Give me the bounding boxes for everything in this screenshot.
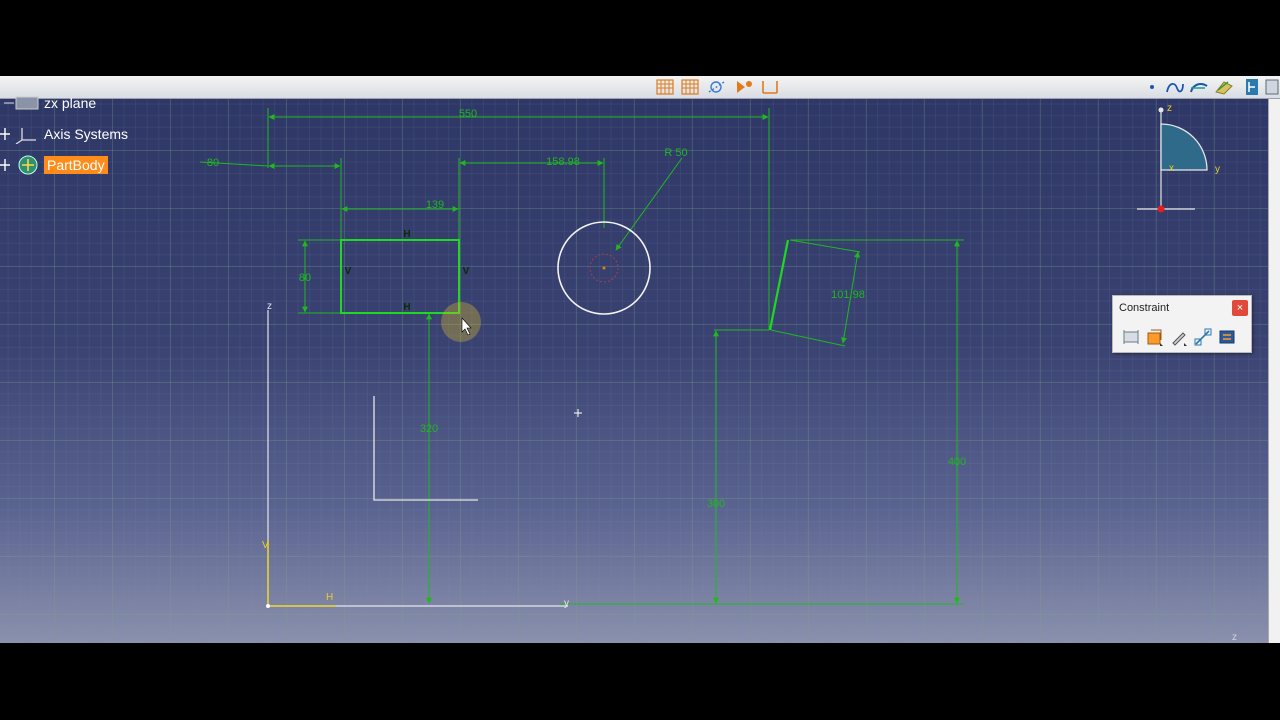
dim-label-158[interactable]: 158.98 — [546, 156, 580, 168]
tree-item-zx-plane[interactable]: zx plane — [0, 94, 96, 112]
dim-label-320[interactable]: 320 — [420, 423, 438, 435]
vertical-constraint-right[interactable]: V — [463, 266, 470, 277]
dim-label-80-vertical[interactable]: 80 — [299, 272, 311, 284]
sketch-rectangle[interactable] — [340, 239, 460, 314]
compass-y-label: y — [1215, 164, 1220, 175]
slant-line[interactable] — [768, 239, 790, 331]
horizontal-constraint-top[interactable]: H — [403, 229, 410, 240]
tree-item-label: Axis Systems — [44, 126, 129, 142]
dim-label-300[interactable]: 300 — [707, 498, 725, 510]
constraint-icon[interactable] — [1121, 327, 1141, 347]
sketch-canvas[interactable]: 550 80 139 158.98 R 50 80 320 101.98 300… — [0, 0, 1280, 720]
contact-constraint-icon[interactable] — [1145, 327, 1165, 347]
partbody-icon — [0, 155, 38, 175]
extension-lines — [267, 108, 964, 605]
tree-item-axis-systems[interactable]: Axis Systems — [0, 124, 128, 144]
dim-line-radius[interactable] — [615, 157, 683, 251]
letterbox-bottom — [0, 643, 1280, 720]
dim-label-101[interactable]: 101.98 — [831, 289, 865, 301]
animate-constraint-icon[interactable] — [1217, 327, 1237, 347]
tree-item-partbody[interactable]: PartBody — [0, 153, 108, 177]
constraint-panel[interactable]: Constraint × — [1112, 295, 1252, 353]
panel-title: Constraint — [1119, 302, 1170, 314]
horizontal-constraint-bottom[interactable]: H — [403, 302, 410, 313]
sketch-axis-v-label: V — [262, 540, 269, 551]
auto-constraint-icon[interactable] — [1193, 327, 1213, 347]
axis-system-icon — [0, 128, 36, 144]
slant-extension-top — [789, 239, 861, 253]
construction-corner[interactable] — [373, 396, 478, 501]
fix-together-icon[interactable] — [1169, 327, 1189, 347]
dim-label-80-left[interactable]: 80 — [207, 157, 219, 169]
close-icon[interactable]: × — [1232, 300, 1248, 316]
slant-extension-bottom — [770, 329, 846, 347]
cursor-highlight — [441, 302, 481, 342]
tree-item-label: PartBody — [44, 156, 108, 174]
dim-label-400[interactable]: 400 — [948, 456, 966, 468]
absolute-axis-z-label: z — [267, 301, 272, 312]
compass-x-label: x — [1169, 163, 1174, 174]
absolute-axis-y-label: y — [564, 598, 569, 609]
dim-label-radius[interactable]: R 50 — [664, 147, 687, 159]
panel-tools — [1121, 327, 1237, 347]
vertical-constraint-left[interactable]: V — [345, 266, 352, 277]
crosshair-icon — [574, 409, 582, 417]
sketch-axis-h-label: H — [326, 592, 333, 603]
corner-z-label: z — [1232, 632, 1237, 643]
dim-label-139[interactable]: 139 — [426, 199, 444, 211]
compass-widget[interactable] — [1137, 107, 1208, 213]
plane-icon — [4, 96, 39, 110]
origin-point[interactable] — [266, 604, 270, 608]
dim-label-550[interactable]: 550 — [459, 108, 477, 120]
tree-item-label: zx plane — [44, 95, 97, 111]
compass-z-label: z — [1167, 103, 1172, 114]
circle-center-point[interactable] — [602, 266, 606, 270]
